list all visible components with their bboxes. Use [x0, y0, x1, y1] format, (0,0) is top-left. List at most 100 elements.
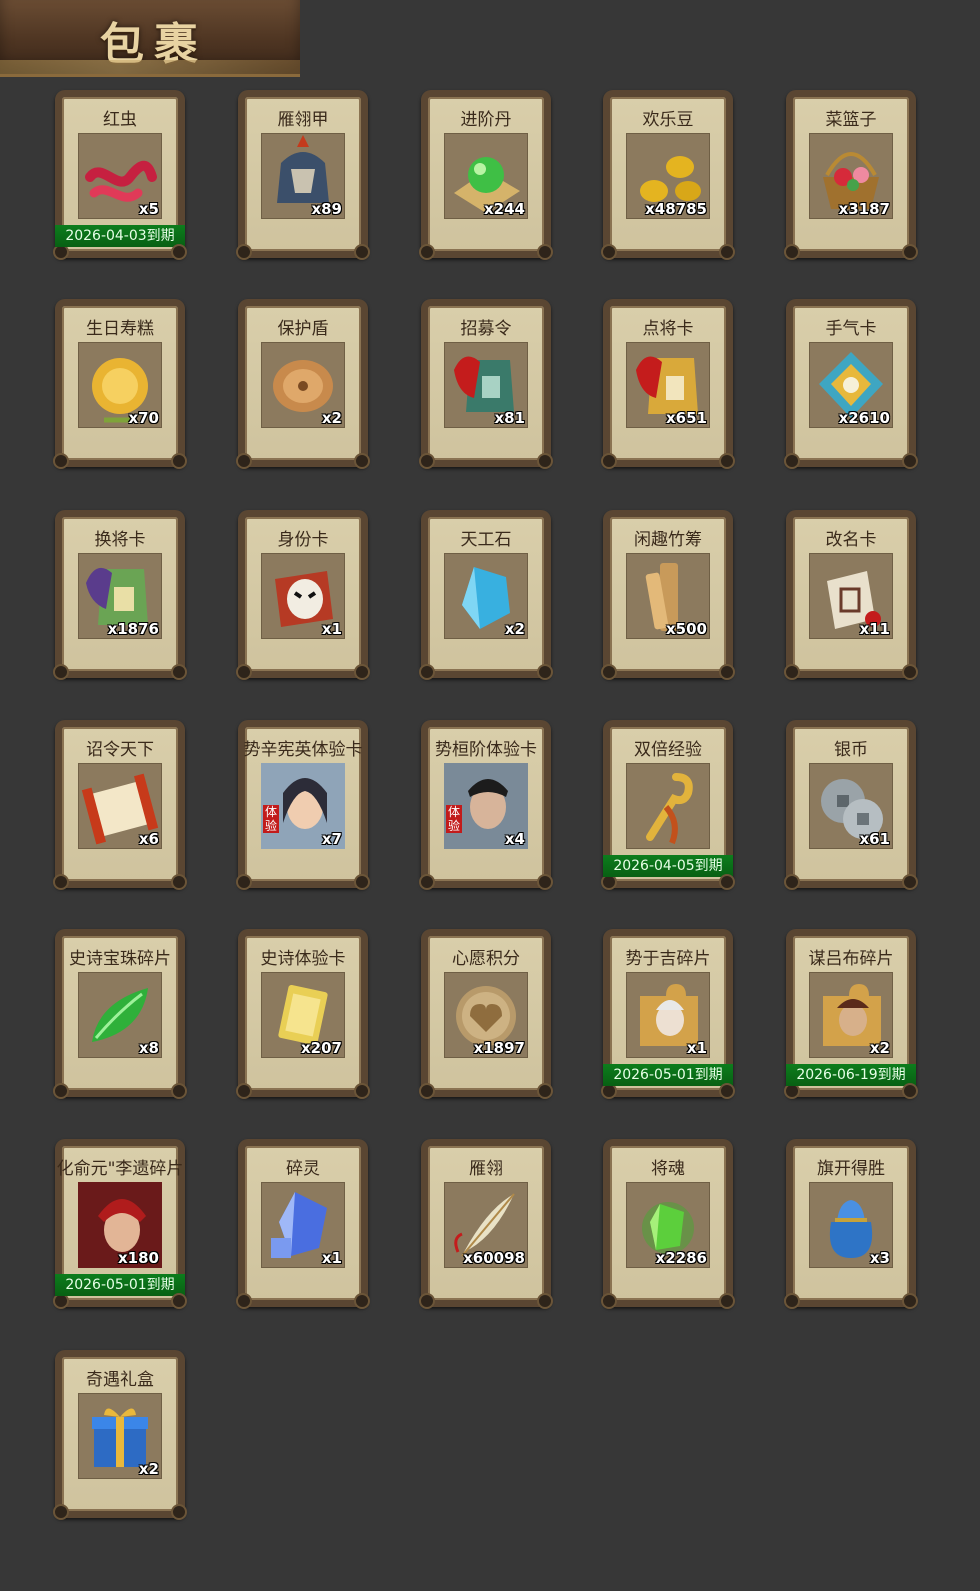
inventory-item-card[interactable]: 身份卡 x1 — [236, 510, 370, 680]
item-name: 史诗宝珠碎片 — [69, 949, 171, 969]
inventory-item-card[interactable]: 势桓阶体验卡体验 x4 — [419, 720, 553, 890]
item-name: 势辛宪英体验卡 — [243, 740, 363, 760]
item-icon-slot: x2 — [261, 342, 345, 428]
item-name: 改名卡 — [825, 530, 877, 550]
item-icon-slot: x207 — [261, 972, 345, 1058]
item-icon-slot: x61 — [809, 763, 893, 849]
inventory-item-card[interactable]: 银币 x61 — [784, 720, 918, 890]
item-quantity: x60098 — [463, 1249, 525, 1267]
expiry-banner: 2026-04-05到期 — [603, 855, 733, 877]
inventory-item-card[interactable]: 碎灵 x1 — [236, 1139, 370, 1309]
item-icon-slot: x6 — [78, 763, 162, 849]
item-quantity: x6 — [138, 830, 159, 848]
item-icon-slot: x70 — [78, 342, 162, 428]
item-name: 闲趣竹筹 — [634, 530, 702, 550]
inventory-item-card[interactable]: 将魂 x2286 — [601, 1139, 735, 1309]
item-quantity: x500 — [666, 620, 707, 638]
item-quantity: x11 — [859, 620, 890, 638]
item-name: 史诗体验卡 — [260, 949, 346, 969]
item-icon-slot: x651 — [626, 342, 710, 428]
inventory-item-card[interactable]: 红虫 x5 2026-04-03到期 — [53, 90, 187, 260]
item-icon-slot: 体验 x7 — [261, 763, 345, 849]
inventory-item-card[interactable]: 天工石 x2 — [419, 510, 553, 680]
item-name: 化俞元"李遗碎片 — [56, 1159, 184, 1179]
item-quantity: x5 — [138, 200, 159, 218]
inventory-item-card[interactable]: 菜篮子 x3187 — [784, 90, 918, 260]
item-name: 红虫 — [103, 110, 137, 130]
item-icon-slot: x2286 — [626, 1182, 710, 1268]
item-icon-slot: x500 — [626, 553, 710, 639]
item-quantity: x2286 — [655, 1249, 707, 1267]
item-icon-slot — [626, 763, 710, 849]
inventory-grid: 红虫 x5 2026-04-03到期 雁翎甲 x89 进阶丹 x244 欢乐豆 x48785 菜篮… — [0, 0, 980, 1591]
item-quantity: x2 — [138, 1460, 159, 1478]
item-quantity: x651 — [666, 409, 707, 427]
inventory-item-card[interactable]: 化俞元"李遗碎片 x180 2026-05-01到期 — [53, 1139, 187, 1309]
item-quantity: x1 — [321, 620, 342, 638]
item-icon-slot: x2 — [78, 1393, 162, 1479]
inventory-item-card[interactable]: 诏令天下 x6 — [53, 720, 187, 890]
item-quantity: x2 — [504, 620, 525, 638]
item-icon-slot: x11 — [809, 553, 893, 639]
item-quantity: x7 — [321, 830, 342, 848]
item-name: 点将卡 — [642, 319, 694, 339]
inventory-item-card[interactable]: 心愿积分 x1897 — [419, 929, 553, 1099]
item-quantity: x3187 — [838, 200, 890, 218]
inventory-item-card[interactable]: 改名卡 x11 — [784, 510, 918, 680]
item-icon-slot: x2610 — [809, 342, 893, 428]
inventory-item-card[interactable]: 雁翎甲 x89 — [236, 90, 370, 260]
item-icon-slot: 体验 x4 — [444, 763, 528, 849]
inventory-item-card[interactable]: 雁翎 x60098 — [419, 1139, 553, 1309]
inventory-item-card[interactable]: 换将卡 x1876 — [53, 510, 187, 680]
item-quantity: x81 — [494, 409, 525, 427]
item-name: 保护盾 — [277, 319, 329, 339]
item-name: 菜篮子 — [825, 110, 877, 130]
item-icon-slot: x48785 — [626, 133, 710, 219]
item-icon-slot: x1 — [261, 1182, 345, 1268]
inventory-item-card[interactable]: 手气卡 x2610 — [784, 299, 918, 469]
item-quantity: x2 — [321, 409, 342, 427]
item-name: 身份卡 — [277, 530, 329, 550]
inventory-item-card[interactable]: 谋吕布碎片 x2 2026-06-19到期 — [784, 929, 918, 1099]
item-quantity: x180 — [118, 1249, 159, 1267]
inventory-item-card[interactable]: 史诗宝珠碎片 x8 — [53, 929, 187, 1099]
inventory-item-card[interactable]: 生日寿糕 x70 — [53, 299, 187, 469]
item-name: 势于吉碎片 — [625, 949, 711, 969]
item-quantity: x244 — [484, 200, 525, 218]
trial-badge: 体验 — [263, 805, 279, 833]
item-quantity: x2610 — [838, 409, 890, 427]
item-icon-slot: x3 — [809, 1182, 893, 1268]
inventory-item-card[interactable]: 奇遇礼盒 x2 — [53, 1350, 187, 1520]
item-icon-slot: x81 — [444, 342, 528, 428]
inventory-item-card[interactable]: 进阶丹 x244 — [419, 90, 553, 260]
item-name: 生日寿糕 — [86, 319, 154, 339]
item-icon-slot: x60098 — [444, 1182, 528, 1268]
item-icon-slot: x89 — [261, 133, 345, 219]
item-quantity: x3 — [869, 1249, 890, 1267]
trial-badge: 体验 — [446, 805, 462, 833]
item-quantity: x207 — [301, 1039, 342, 1057]
item-name: 进阶丹 — [460, 110, 512, 130]
item-icon-slot: x244 — [444, 133, 528, 219]
inventory-item-card[interactable]: 势于吉碎片 x1 2026-05-01到期 — [601, 929, 735, 1099]
item-icon-slot: x1876 — [78, 553, 162, 639]
inventory-item-card[interactable]: 闲趣竹筹 x500 — [601, 510, 735, 680]
item-name: 势桓阶体验卡 — [435, 740, 537, 760]
inventory-item-card[interactable]: 势辛宪英体验卡体验 x7 — [236, 720, 370, 890]
item-name: 碎灵 — [286, 1159, 320, 1179]
inventory-item-card[interactable]: 保护盾 x2 — [236, 299, 370, 469]
inventory-item-card[interactable]: 欢乐豆 x48785 — [601, 90, 735, 260]
item-icon-slot: x180 — [78, 1182, 162, 1268]
inventory-item-card[interactable]: 旗开得胜 x3 — [784, 1139, 918, 1309]
expiry-banner: 2026-05-01到期 — [55, 1274, 185, 1296]
item-icon-slot: x1 — [626, 972, 710, 1058]
inventory-item-card[interactable]: 招募令 x81 — [419, 299, 553, 469]
item-name: 将魂 — [651, 1159, 685, 1179]
expiry-banner: 2026-05-01到期 — [603, 1064, 733, 1086]
inventory-item-card[interactable]: 点将卡 x651 — [601, 299, 735, 469]
item-name: 心愿积分 — [452, 949, 520, 969]
inventory-item-card[interactable]: 双倍经验 2026-04-05到期 — [601, 720, 735, 890]
item-quantity: x70 — [128, 409, 159, 427]
inventory-item-card[interactable]: 史诗体验卡 x207 — [236, 929, 370, 1099]
item-icon-slot: x3187 — [809, 133, 893, 219]
